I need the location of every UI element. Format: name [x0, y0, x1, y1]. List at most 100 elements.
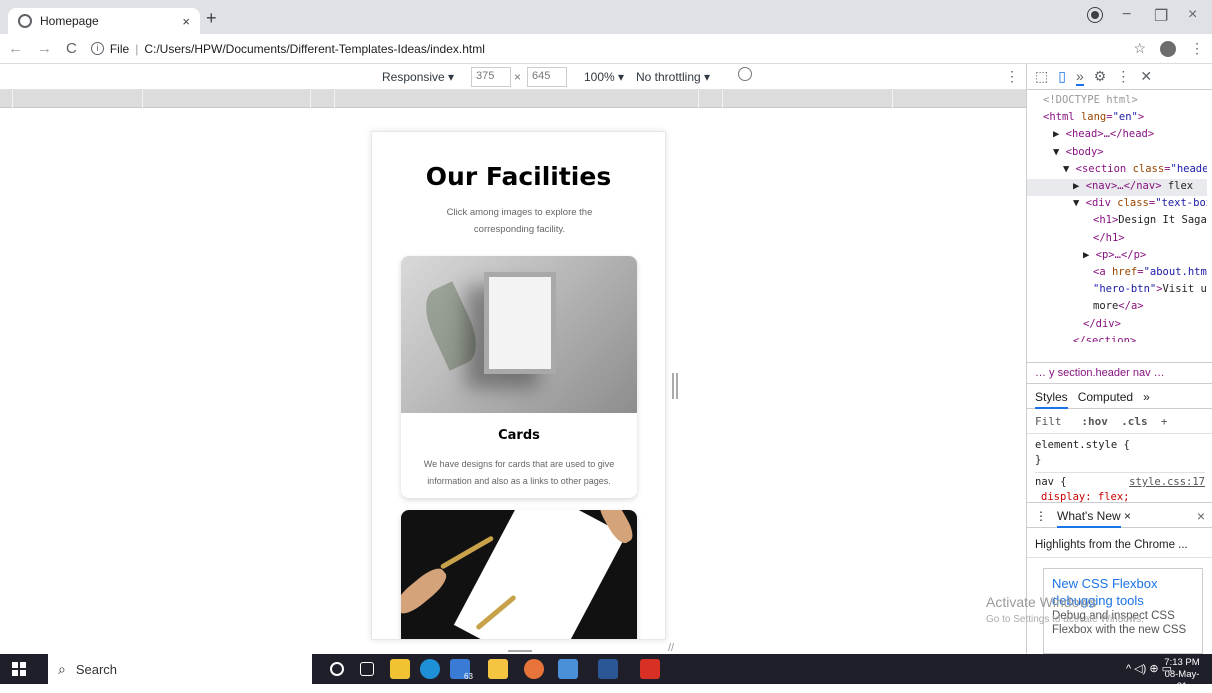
- tab-styles[interactable]: Styles: [1035, 390, 1068, 409]
- zoom-select[interactable]: 100% ▾: [584, 70, 624, 84]
- dom-token: "about.htm: [1143, 266, 1207, 279]
- rule-selector: nav {: [1035, 476, 1067, 488]
- dom-token: <p>…</p>: [1095, 248, 1147, 261]
- profile-icon[interactable]: [1088, 8, 1102, 22]
- dom-node[interactable]: <!DOCTYPE html>: [1027, 92, 1207, 109]
- dom-token: <section: [1075, 162, 1133, 175]
- clock[interactable]: 7:13 PM 08-May-21: [1160, 657, 1204, 693]
- dom-tree[interactable]: <!DOCTYPE html> <html lang="en"> ▶ <head>……: [1027, 92, 1207, 342]
- new-tab-button[interactable]: +: [206, 9, 217, 27]
- tab-close-icon[interactable]: ×: [1124, 509, 1131, 523]
- rotate-icon[interactable]: [738, 67, 752, 81]
- browser-tab[interactable]: Homepage ×: [8, 8, 200, 34]
- maximize-button[interactable]: ❐: [1154, 6, 1168, 26]
- address-bar: ← → C i File | C:/Users/HPW/Documents/Di…: [0, 34, 1212, 64]
- forward-icon[interactable]: →: [37, 40, 52, 57]
- extension-icon[interactable]: [1160, 40, 1176, 57]
- close-window-button[interactable]: ×: [1188, 6, 1197, 24]
- dom-token: <div: [1085, 197, 1118, 210]
- filter-input[interactable]: Filt: [1035, 415, 1062, 428]
- throttle-select[interactable]: No throttling ▾: [636, 70, 710, 84]
- facility-card[interactable]: [401, 510, 637, 639]
- dimension-times: ×: [514, 70, 522, 84]
- dom-node[interactable]: ▼ <body>: [1027, 144, 1207, 161]
- highlights-heading: Highlights from the Chrome ...: [1027, 534, 1212, 558]
- dom-node[interactable]: ▼ <div class="text-box: [1027, 195, 1207, 212]
- dom-token: more: [1093, 300, 1119, 313]
- dom-node[interactable]: "hero-btn">Visit u: [1027, 281, 1207, 298]
- info-icon[interactable]: i: [90, 42, 104, 55]
- tab-close-icon[interactable]: ×: [182, 14, 190, 29]
- height-input[interactable]: 645: [527, 67, 567, 87]
- dom-node[interactable]: <h1>Design It Saga: [1027, 212, 1207, 229]
- dom-node[interactable]: ▶ <head>…</head>: [1027, 126, 1207, 143]
- device-menu-icon[interactable]: ⋮: [1005, 68, 1019, 85]
- frame-photo: [401, 256, 637, 413]
- drawer-close-icon[interactable]: ×: [1197, 508, 1205, 524]
- dom-token: <html: [1043, 111, 1081, 124]
- task-view-icon[interactable]: [360, 662, 374, 676]
- dom-node[interactable]: <html lang="en">: [1027, 109, 1207, 126]
- folder-icon[interactable]: [488, 659, 508, 679]
- dom-token: ▶: [1053, 128, 1066, 141]
- dom-token: ▼: [1053, 145, 1066, 158]
- cls-toggle[interactable]: .cls: [1121, 415, 1148, 428]
- edge-icon[interactable]: [420, 659, 440, 679]
- dom-node[interactable]: <a href="about.htm: [1027, 264, 1207, 281]
- resize-corner[interactable]: //: [668, 642, 674, 654]
- minimize-button[interactable]: −: [1122, 6, 1131, 24]
- dom-token: ▼: [1073, 197, 1086, 210]
- device-toggle-icon[interactable]: ▯: [1058, 68, 1066, 85]
- media-query-ruler[interactable]: [0, 90, 1026, 108]
- cortana-icon[interactable]: [330, 662, 344, 676]
- settings-gear-icon[interactable]: ⚙: [1094, 68, 1107, 85]
- dom-node[interactable]: </h1>: [1027, 230, 1207, 247]
- url-field[interactable]: i File | C:/Users/HPW/Documents/Differen…: [90, 42, 485, 56]
- dom-node[interactable]: ▼ <section class="header: [1027, 161, 1207, 178]
- globe-icon: [18, 14, 32, 28]
- width-input[interactable]: 375: [471, 67, 511, 87]
- new-rule-button[interactable]: +: [1161, 415, 1168, 428]
- word-icon[interactable]: [598, 659, 618, 679]
- activate-windows-watermark: Activate Windows: [986, 594, 1097, 610]
- whats-new-card[interactable]: New CSS Flexbox debugging tools Debug an…: [1043, 568, 1203, 654]
- dom-node[interactable]: more</a>: [1027, 298, 1207, 315]
- menu-dots-icon[interactable]: ⋮: [1190, 40, 1204, 57]
- styles-more-tabs[interactable]: »: [1143, 390, 1150, 404]
- device-mode-select[interactable]: Responsive ▾: [382, 70, 454, 84]
- rule-source-link[interactable]: style.css:17: [1129, 475, 1205, 490]
- page-title: Our Facilities: [425, 162, 612, 191]
- windows-start-icon[interactable]: [12, 662, 26, 676]
- dom-node[interactable]: ▶ <nav>…</nav> flex: [1027, 178, 1207, 195]
- more-tabs-icon[interactable]: »: [1075, 68, 1084, 86]
- dom-token: ▶: [1073, 180, 1086, 193]
- devtools-menu-icon[interactable]: ⋮: [1116, 68, 1130, 85]
- bookmark-star-icon[interactable]: ☆: [1133, 40, 1146, 57]
- store-icon[interactable]: [390, 659, 410, 679]
- dom-node[interactable]: </div>: [1027, 316, 1207, 333]
- resize-handle-side[interactable]: [672, 373, 678, 399]
- dom-node[interactable]: ▶ <p>…</p>: [1027, 247, 1207, 264]
- dom-token: Design It Saga: [1118, 214, 1207, 227]
- drawer-menu-icon[interactable]: ⋮: [1035, 509, 1047, 523]
- back-icon[interactable]: ←: [8, 40, 23, 57]
- devtools-toolbar: ⬚ ▯ » ⚙ ⋮ ✕: [1027, 64, 1212, 90]
- dom-token: </a>: [1118, 300, 1144, 313]
- facility-card[interactable]: Cards We have designs for cards that are…: [401, 256, 637, 498]
- taskbar-search[interactable]: ⌕ Search: [48, 654, 312, 684]
- inspect-icon[interactable]: ⬚: [1035, 68, 1048, 85]
- dom-token: flex: [1161, 180, 1194, 193]
- app-icon[interactable]: [558, 659, 578, 679]
- dom-node[interactable]: </section>: [1027, 333, 1207, 342]
- hov-toggle[interactable]: :hov: [1081, 415, 1108, 428]
- breadcrumb[interactable]: … y section.header nav …: [1027, 362, 1212, 384]
- chrome-icon[interactable]: [524, 659, 544, 679]
- acrobat-icon[interactable]: [640, 659, 660, 679]
- dom-token: </section>: [1073, 334, 1137, 342]
- tab-whats-new[interactable]: What's New: [1057, 509, 1121, 528]
- tab-computed[interactable]: Computed: [1078, 390, 1133, 404]
- devtools-close-icon[interactable]: ✕: [1140, 68, 1152, 85]
- rule-element-style: element.style {: [1035, 439, 1130, 451]
- page-subtitle: Click among images to explore the corres…: [446, 207, 593, 235]
- reload-icon[interactable]: C: [66, 40, 77, 57]
